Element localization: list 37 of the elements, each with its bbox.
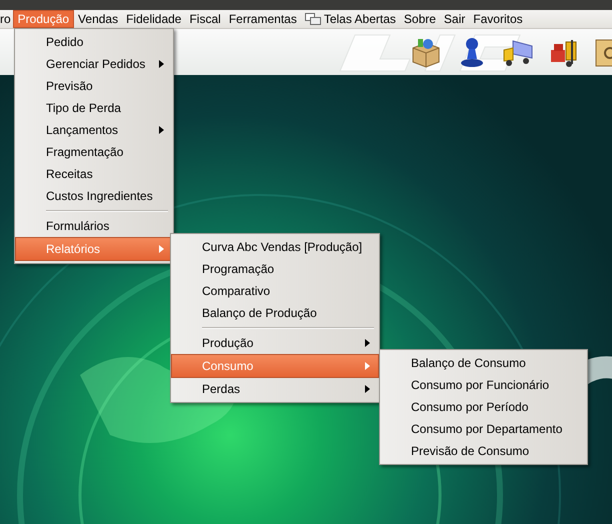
menu-item[interactable]: Tipo de Perda [16,97,172,119]
menu-bar-item[interactable]: Fiscal [185,10,225,28]
submenu-arrow-icon [365,339,370,347]
menu-bar-item[interactable]: Fidelidade [122,10,186,28]
menu-item[interactable]: Lançamentos [16,119,172,141]
menu-bar-item[interactable]: Telas Abertas [300,10,400,28]
submenu-arrow-icon [159,126,164,134]
menu-item[interactable]: Formulários [16,215,172,237]
menu-bar-item[interactable]: Ferramentas [224,10,301,28]
submenu-arrow-icon [365,385,370,393]
menu-item[interactable]: Balanço de Produção [172,302,378,324]
menu-item[interactable]: Custos Ingredientes [16,185,172,207]
menu-item[interactable]: Previsão [16,75,172,97]
menu-item[interactable]: Balanço de Consumo [381,352,586,374]
menu-item[interactable]: Comparativo [172,280,378,302]
submenu-arrow-icon [159,60,164,68]
submenu-arrow-icon [159,245,164,253]
submenu-arrow-icon [365,362,370,370]
menu-item[interactable]: Consumo por Departamento [381,418,586,440]
menu-bar-item[interactable]: Sair [440,10,470,28]
windows-icon [304,13,321,25]
menu-item[interactable]: Consumo por Funcionário [381,374,586,396]
box-icon[interactable] [410,36,442,68]
menu-item[interactable]: Perdas [172,378,378,400]
menu-item[interactable]: Gerenciar Pedidos [16,53,172,75]
menu-item[interactable]: Consumo por Período [381,396,586,418]
menu-item[interactable]: Curva Abc Vendas [Produção] [172,236,378,258]
menu-item[interactable]: Programação [172,258,378,280]
menu-item[interactable]: Pedido [16,31,172,53]
menu-bar-item[interactable]: Sobre [400,10,440,28]
menu-item[interactable]: Receitas [16,163,172,185]
menu-item[interactable]: Fragmentação [16,141,172,163]
menu-item[interactable]: Produção [172,332,378,354]
menu-bar-item[interactable]: ro [0,10,13,28]
menu-bar-item[interactable]: Vendas [74,10,122,28]
menu-bar-item[interactable]: Favoritos [469,10,527,28]
menu-item[interactable]: Previsão de Consumo [381,440,586,462]
